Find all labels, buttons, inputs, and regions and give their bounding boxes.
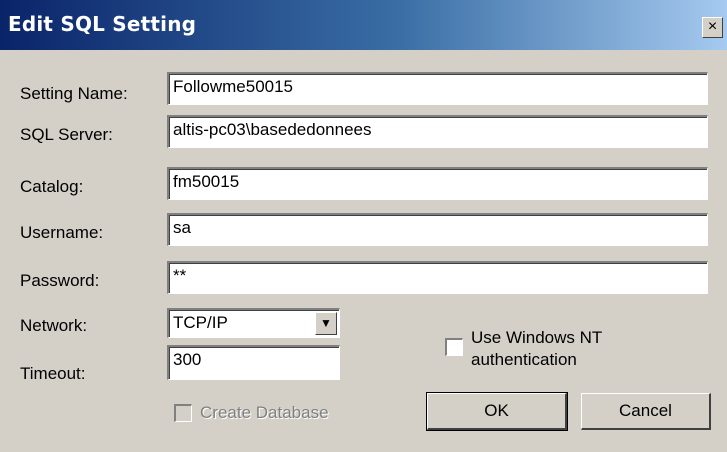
sql-server-input[interactable]: altis-pc03\basededonnees: [167, 115, 708, 148]
setting-name-label: Setting Name:: [20, 84, 128, 103]
cancel-button[interactable]: Cancel: [581, 393, 711, 430]
create-database-label: Create Database: [200, 403, 329, 422]
ok-button[interactable]: OK: [426, 392, 568, 431]
timeout-label: Timeout:: [20, 364, 86, 383]
password-label: Password:: [20, 271, 100, 290]
network-select[interactable]: TCP/IP ▼: [167, 308, 340, 338]
edit-sql-setting-dialog: Edit SQL Setting × Setting Name: Followm…: [0, 0, 727, 452]
chevron-down-icon[interactable]: ▼: [315, 312, 337, 335]
use-nt-auth-label-line1: Use Windows NT: [471, 328, 603, 347]
use-nt-auth-label: Use Windows NT authentication: [471, 327, 602, 371]
use-nt-auth-checkbox[interactable]: [445, 338, 463, 356]
username-label: Username:: [20, 223, 104, 242]
catalog-input[interactable]: fm50015: [167, 167, 708, 200]
close-button[interactable]: ×: [702, 17, 723, 38]
sql-server-label: SQL Server:: [20, 125, 113, 144]
close-icon: ×: [707, 18, 718, 35]
network-label: Network:: [20, 316, 88, 335]
network-selected-value: TCP/IP: [173, 313, 228, 332]
window-title: Edit SQL Setting: [8, 12, 197, 36]
use-nt-auth-label-line2: authentication: [471, 350, 577, 369]
catalog-label: Catalog:: [20, 177, 84, 196]
create-database-checkbox[interactable]: [174, 404, 192, 422]
password-input[interactable]: **: [167, 261, 708, 294]
title-bar[interactable]: Edit SQL Setting ×: [0, 0, 727, 50]
timeout-input[interactable]: 300: [167, 345, 340, 380]
username-input[interactable]: sa: [167, 213, 708, 246]
setting-name-input[interactable]: Followme50015: [167, 72, 708, 105]
